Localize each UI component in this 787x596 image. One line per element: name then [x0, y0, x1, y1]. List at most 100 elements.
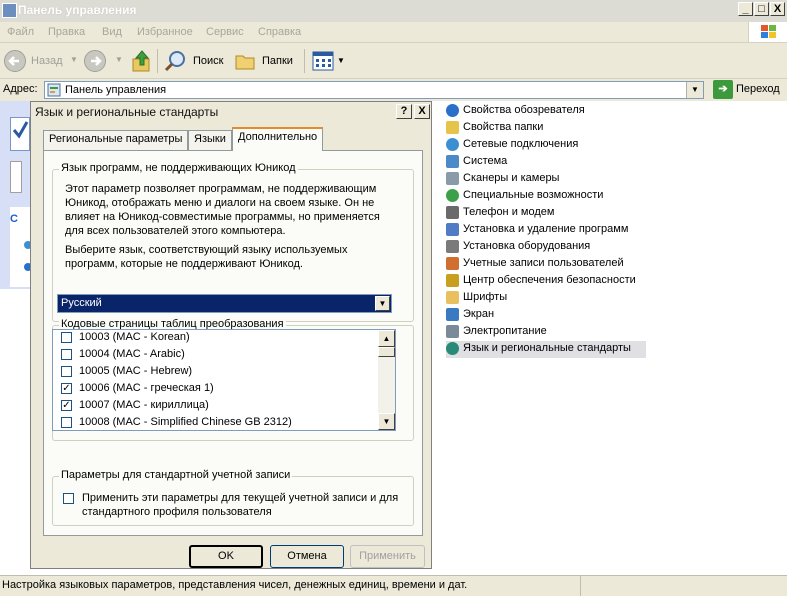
code-page-checkbox[interactable] [61, 417, 72, 428]
forward-dropdown-icon[interactable]: ▼ [115, 55, 123, 64]
code-page-checkbox[interactable] [61, 332, 72, 343]
go-button[interactable]: ➔ [713, 80, 733, 99]
apply-default-profile-checkbox[interactable] [63, 493, 74, 504]
control-panel-app-icon [2, 3, 17, 18]
back-arrow-icon [8, 56, 19, 66]
close-button[interactable]: X [770, 2, 785, 16]
menu-edit[interactable]: Правка [48, 26, 85, 38]
window-title: Панель управления [18, 3, 137, 17]
back-dropdown-icon[interactable]: ▼ [70, 55, 78, 64]
code-page-checkbox[interactable]: ✓ [61, 400, 72, 411]
accessibility-icon [446, 189, 459, 202]
address-label: Адрес: [3, 83, 38, 95]
non-unicode-group: Язык программ, не поддерживающих Юникод … [52, 162, 414, 322]
language-dropdown-icon[interactable]: ▼ [375, 296, 390, 311]
regional-options-dialog: Язык и региональные стандарты ? X Регион… [30, 101, 432, 569]
folders-button[interactable]: Папки [234, 49, 300, 73]
display-icon [446, 308, 459, 321]
go-arrow-icon: ➔ [718, 83, 728, 95]
menu-help[interactable]: Справка [258, 26, 301, 38]
address-field[interactable]: Панель управления ▼ [44, 81, 704, 99]
non-unicode-description: Этот параметр позволяет программам, не п… [65, 183, 380, 237]
advanced-tab-panel: Язык программ, не поддерживающих Юникод … [43, 150, 423, 536]
toolbar-separator [157, 49, 158, 73]
search-label: Поиск [193, 55, 224, 67]
up-button[interactable] [131, 49, 153, 73]
folders-label: Папки [262, 55, 293, 67]
status-bar: Настройка языковых параметров, представл… [0, 575, 787, 596]
code-page-checkbox[interactable]: ✓ [61, 383, 72, 394]
dialog-close-button[interactable]: X [414, 104, 430, 119]
fonts-icon [446, 291, 459, 304]
toolbar-separator [304, 49, 305, 73]
address-bar: Адрес: Панель управления ▼ ➔ Переход [0, 79, 787, 101]
status-text: Настройка языковых параметров, представл… [2, 579, 468, 591]
ok-button[interactable]: OK [189, 545, 263, 568]
scroll-up-icon[interactable]: ▲ [378, 330, 395, 347]
dialog-title-bar[interactable]: Язык и региональные стандарты ? X [31, 102, 431, 122]
help-button[interactable]: ? [396, 104, 412, 119]
up-folder-icon [132, 50, 150, 72]
folders-icon [235, 55, 255, 70]
views-dropdown-icon: ▼ [337, 56, 345, 65]
default-account-group-title: Параметры для стандартной учетной записи [59, 469, 293, 481]
apply-button[interactable]: Применить [350, 545, 425, 568]
forward-arrow-icon [91, 56, 102, 66]
network-connections-icon [446, 138, 459, 151]
status-separator [580, 576, 581, 596]
default-account-group: Параметры для стандартной учетной записи… [52, 469, 414, 526]
control-panel-panel-icon [10, 117, 30, 151]
back-label[interactable]: Назад [31, 55, 63, 67]
apply-default-profile-label[interactable]: Применить эти параметры для текущей учет… [82, 491, 402, 519]
search-icon [164, 51, 185, 72]
non-unicode-prompt: Выберите язык, соответствующий языку исп… [65, 244, 348, 270]
code-page-checkbox[interactable] [61, 366, 72, 377]
code-pages-list[interactable]: 10003 (MAC - Korean) 10004 (MAC - Arabic… [52, 329, 396, 431]
windows-flag-icon [761, 25, 776, 38]
regional-options-icon [446, 342, 459, 355]
tab-advanced[interactable]: Дополнительно [232, 127, 324, 151]
folder-options-icon [446, 121, 459, 134]
tab-languages[interactable]: Языки [188, 130, 232, 150]
add-remove-programs-icon [446, 223, 459, 236]
go-label[interactable]: Переход [736, 83, 780, 95]
minimize-button[interactable]: _ [738, 2, 753, 16]
windows-logo [748, 22, 787, 42]
forward-button[interactable] [84, 50, 106, 72]
scroll-thumb[interactable] [378, 347, 395, 357]
category-view-icon[interactable] [10, 161, 22, 193]
language-select[interactable]: Русский ▼ [57, 294, 392, 313]
menu-view[interactable]: Вид [102, 26, 122, 38]
cp-item-regional-options[interactable]: Язык и региональные стандарты [446, 341, 646, 358]
security-center-icon [446, 274, 459, 287]
menu-file[interactable]: Файл [7, 26, 34, 38]
address-dropdown-icon[interactable]: ▼ [686, 82, 703, 98]
window-title-bar[interactable]: Панель управления _ □ X [0, 0, 787, 22]
cancel-button[interactable]: Отмена [270, 545, 344, 568]
power-options-icon [446, 325, 459, 338]
code-pages-scrollbar[interactable]: ▲ ▼ [378, 330, 395, 430]
control-panel-icon [47, 83, 61, 97]
non-unicode-group-title: Язык программ, не поддерживающих Юникод [59, 162, 298, 174]
search-button[interactable]: Поиск [164, 49, 234, 73]
see-also-header-fragment: С [10, 213, 18, 225]
menu-tools[interactable]: Сервис [206, 26, 244, 38]
internet-options-icon [446, 104, 459, 117]
selected-language: Русский [61, 297, 102, 309]
add-hardware-icon [446, 240, 459, 253]
maximize-button[interactable]: □ [754, 2, 769, 16]
user-accounts-icon [446, 257, 459, 270]
menu-bar: Файл Правка Вид Избранное Сервис Справка [0, 22, 787, 43]
checkmark-icon [12, 121, 29, 139]
control-panel-list: Свойства обозревателя Свойства папки Сет… [436, 101, 787, 575]
views-icon [312, 51, 334, 71]
scroll-down-icon[interactable]: ▼ [378, 413, 395, 430]
scanners-cameras-icon [446, 172, 459, 185]
address-value: Панель управления [65, 84, 167, 96]
menu-favorites[interactable]: Избранное [137, 26, 193, 38]
system-icon [446, 155, 459, 168]
back-button[interactable] [4, 50, 26, 72]
code-page-checkbox[interactable] [61, 349, 72, 360]
tab-regional-options[interactable]: Региональные параметры [43, 130, 189, 150]
views-button[interactable]: ▼ [311, 49, 345, 73]
